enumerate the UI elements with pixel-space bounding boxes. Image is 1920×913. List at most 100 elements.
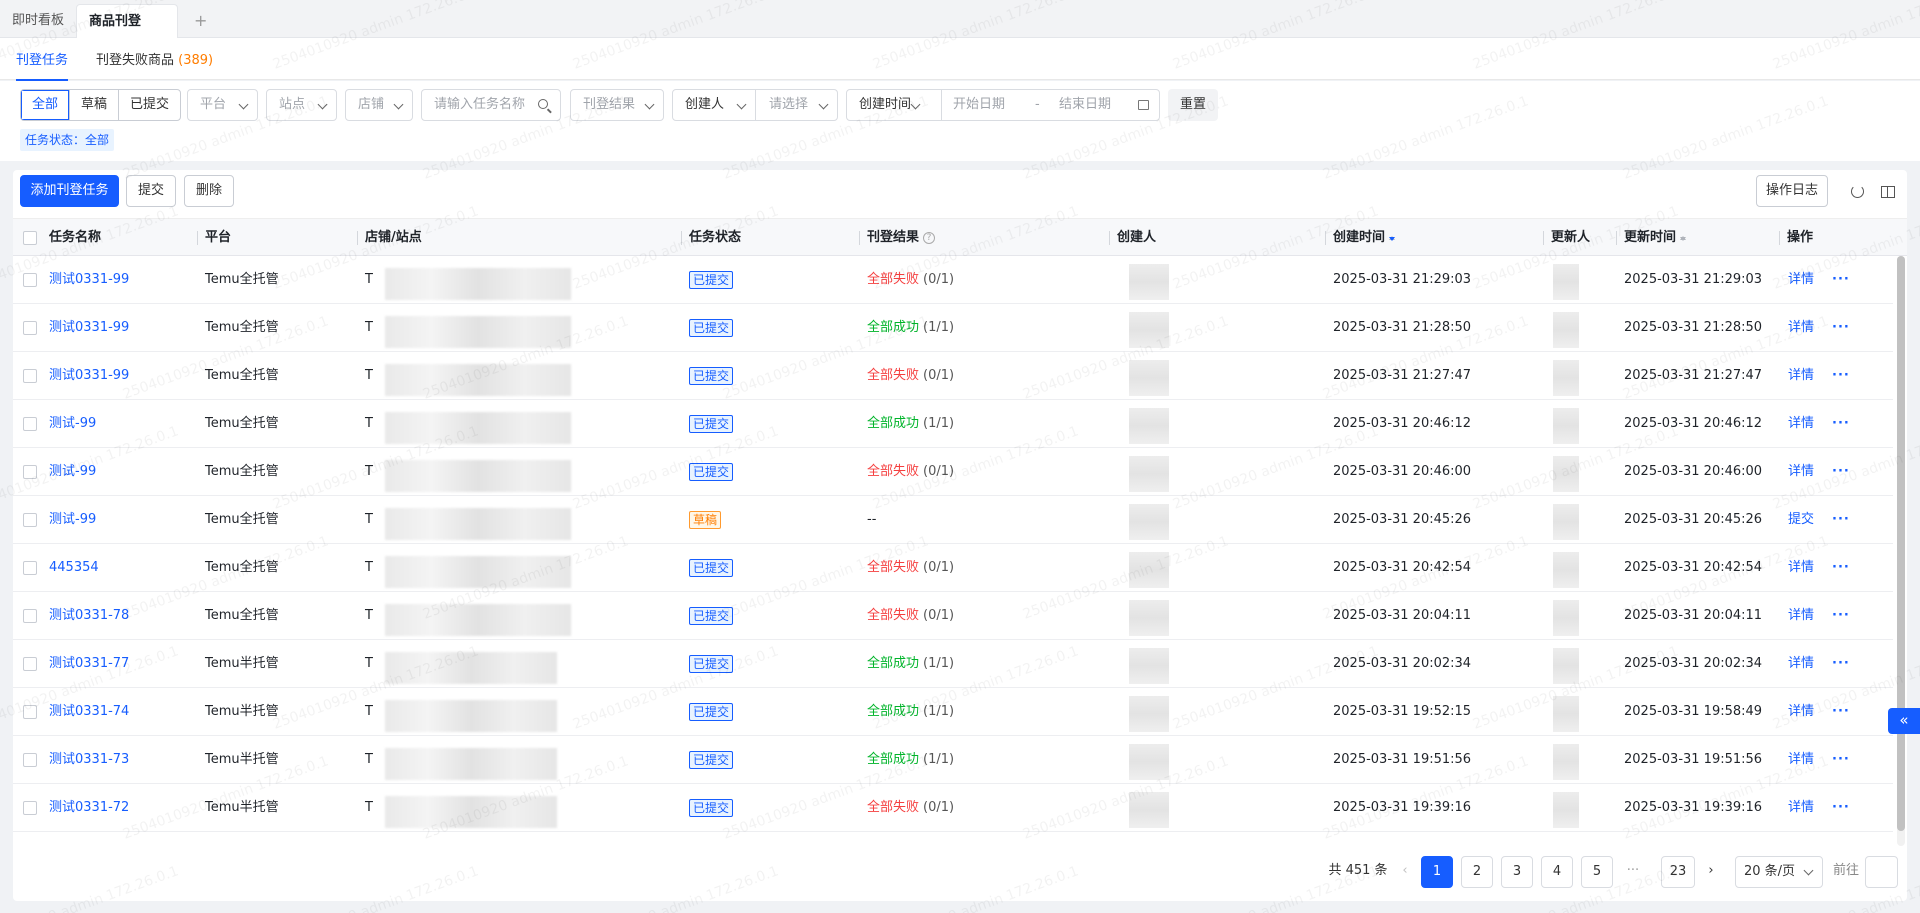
- store-select[interactable]: 店铺: [345, 89, 413, 121]
- table-row[interactable]: 测试0331-73 Temu半托管 T 已提交 全部成功 (1/1) 2025-03-31 …: [13, 736, 1893, 784]
- row-action-link[interactable]: 详情: [1788, 736, 1814, 784]
- row-action-link[interactable]: 详情: [1788, 400, 1814, 448]
- result-select[interactable]: 刊登结果: [570, 89, 664, 121]
- reset-button[interactable]: 重置: [1168, 89, 1218, 121]
- platform-select[interactable]: 平台: [187, 89, 258, 121]
- page-23[interactable]: 23: [1661, 856, 1695, 888]
- time-type-select[interactable]: 创建时间: [859, 97, 911, 112]
- refresh-icon[interactable]: [1851, 185, 1864, 198]
- table-row[interactable]: 测试0331-99 Temu全托管 T 已提交 全部失败 (0/1) 2025-03-31 …: [13, 352, 1893, 400]
- row-action-link[interactable]: 详情: [1788, 688, 1814, 736]
- table-row[interactable]: 测试-99 Temu全托管 T 已提交 全部失败 (0/1) 2025-03-31 20:4…: [13, 448, 1893, 496]
- submit-button[interactable]: 提交: [126, 175, 176, 207]
- segment-submitted[interactable]: 已提交: [118, 90, 180, 120]
- more-actions-icon[interactable]: ···: [1832, 784, 1850, 832]
- task-name-link[interactable]: 测试0331-99: [49, 304, 129, 352]
- task-name-link[interactable]: 测试0331-78: [49, 592, 129, 640]
- task-name-link[interactable]: 445354: [49, 544, 99, 592]
- add-listing-task-button[interactable]: 添加刊登任务: [20, 175, 119, 207]
- task-name-link[interactable]: 测试0331-72: [49, 784, 129, 832]
- col-updated-time[interactable]: 更新时间: [1616, 219, 1687, 257]
- more-actions-icon[interactable]: ···: [1832, 688, 1850, 736]
- creator-value-select[interactable]: 请选择: [769, 90, 808, 120]
- task-name-link[interactable]: 测试0331-77: [49, 640, 129, 688]
- end-date-input[interactable]: 结束日期: [1059, 90, 1111, 120]
- task-name-link[interactable]: 测试-99: [49, 496, 96, 544]
- delete-button[interactable]: 删除: [184, 175, 234, 207]
- row-checkbox[interactable]: [23, 753, 37, 767]
- more-actions-icon[interactable]: ···: [1832, 496, 1850, 544]
- tab-dashboard[interactable]: 即时看板: [12, 4, 64, 38]
- row-action-link[interactable]: 详情: [1788, 256, 1814, 304]
- more-actions-icon[interactable]: ···: [1832, 736, 1850, 784]
- more-actions-icon[interactable]: ···: [1832, 304, 1850, 352]
- page-ellipsis[interactable]: ···: [1619, 856, 1647, 888]
- row-checkbox[interactable]: [23, 417, 37, 431]
- row-checkbox[interactable]: [23, 369, 37, 383]
- row-checkbox[interactable]: [23, 801, 37, 815]
- task-name-link[interactable]: 测试0331-74: [49, 688, 129, 736]
- tab-product-listing[interactable]: 商品刊登: [76, 4, 178, 38]
- row-checkbox[interactable]: [23, 609, 37, 623]
- table-row[interactable]: 测试-99 Temu全托管 T 草稿 -- 2025-03-31 20:45:26 2025…: [13, 496, 1893, 544]
- filter-chip-task-status[interactable]: 任务状态：全部: [20, 129, 115, 151]
- prev-page-button[interactable]: ‹: [1395, 856, 1415, 888]
- scrollbar-thumb[interactable]: [1897, 256, 1905, 831]
- more-actions-icon[interactable]: ···: [1832, 640, 1850, 688]
- creator-type-select[interactable]: 创建人: [685, 97, 724, 112]
- table-row[interactable]: 测试-99 Temu全托管 T 已提交 全部成功 (1/1) 2025-03-31 20:4…: [13, 400, 1893, 448]
- row-checkbox[interactable]: [23, 465, 37, 479]
- row-checkbox[interactable]: [23, 321, 37, 335]
- vertical-scrollbar[interactable]: [1897, 256, 1905, 846]
- start-date-input[interactable]: 开始日期: [953, 90, 1005, 120]
- page-5[interactable]: 5: [1581, 856, 1613, 888]
- segment-all[interactable]: 全部: [21, 90, 69, 120]
- table-row[interactable]: 445354 Temu全托管 T 已提交 全部失败 (0/1) 2025-03-31 20:…: [13, 544, 1893, 592]
- task-name-link[interactable]: 测试0331-99: [49, 352, 129, 400]
- row-action-link[interactable]: 详情: [1788, 640, 1814, 688]
- col-created-time[interactable]: 创建时间: [1325, 219, 1396, 257]
- search-icon[interactable]: [538, 99, 548, 109]
- page-1[interactable]: 1: [1421, 856, 1453, 888]
- operation-log-button[interactable]: 操作日志: [1756, 175, 1828, 207]
- page-2[interactable]: 2: [1461, 856, 1493, 888]
- select-all-checkbox[interactable]: [23, 231, 37, 245]
- more-actions-icon[interactable]: ···: [1832, 352, 1850, 400]
- site-select[interactable]: 站点: [266, 89, 337, 121]
- table-row[interactable]: 测试0331-77 Temu半托管 T 已提交 全部成功 (1/1) 2025-03-31 …: [13, 640, 1893, 688]
- task-name-link[interactable]: 测试-99: [49, 448, 96, 496]
- sort-icon[interactable]: [1680, 233, 1687, 243]
- row-action-link[interactable]: 详情: [1788, 304, 1814, 352]
- row-checkbox[interactable]: [23, 657, 37, 671]
- table-row[interactable]: 测试0331-99 Temu全托管 T 已提交 全部成功 (1/1) 2025-03-31 …: [13, 304, 1893, 352]
- row-checkbox[interactable]: [23, 513, 37, 527]
- task-name-link[interactable]: 测试-99: [49, 400, 96, 448]
- more-actions-icon[interactable]: ···: [1832, 256, 1850, 304]
- row-checkbox[interactable]: [23, 561, 37, 575]
- page-4[interactable]: 4: [1541, 856, 1573, 888]
- page-size-select[interactable]: 20 条/页: [1735, 856, 1823, 888]
- more-actions-icon[interactable]: ···: [1832, 592, 1850, 640]
- table-row[interactable]: 测试0331-99 Temu全托管 T 已提交 全部失败 (0/1) 2025-03-31 …: [13, 256, 1893, 304]
- row-checkbox[interactable]: [23, 273, 37, 287]
- row-action-link[interactable]: 详情: [1788, 784, 1814, 832]
- table-row[interactable]: 测试0331-74 Temu半托管 T 已提交 全部成功 (1/1) 2025-03-31 …: [13, 688, 1893, 736]
- row-action-link[interactable]: 详情: [1788, 352, 1814, 400]
- task-name-link[interactable]: 测试0331-99: [49, 256, 129, 304]
- collapse-panel-button[interactable]: «: [1888, 708, 1920, 734]
- row-action-link[interactable]: 详情: [1788, 592, 1814, 640]
- row-action-link[interactable]: 详情: [1788, 448, 1814, 496]
- task-name-link[interactable]: 测试0331-73: [49, 736, 129, 784]
- table-row[interactable]: 测试0331-72 Temu半托管 T 已提交 全部失败 (0/1) 2025-03-31 …: [13, 784, 1893, 832]
- row-action-link[interactable]: 详情: [1788, 544, 1814, 592]
- add-tab-button[interactable]: +: [194, 4, 207, 38]
- next-page-button[interactable]: ›: [1701, 856, 1721, 888]
- tab-failed-products[interactable]: 刊登失败商品 (389): [96, 49, 213, 68]
- task-name-search-input[interactable]: 请输入任务名称: [421, 89, 561, 121]
- segment-draft[interactable]: 草稿: [69, 90, 118, 120]
- more-actions-icon[interactable]: ···: [1832, 400, 1850, 448]
- more-actions-icon[interactable]: ···: [1832, 544, 1850, 592]
- more-actions-icon[interactable]: ···: [1832, 448, 1850, 496]
- column-settings-icon[interactable]: [1881, 186, 1895, 198]
- page-3[interactable]: 3: [1501, 856, 1533, 888]
